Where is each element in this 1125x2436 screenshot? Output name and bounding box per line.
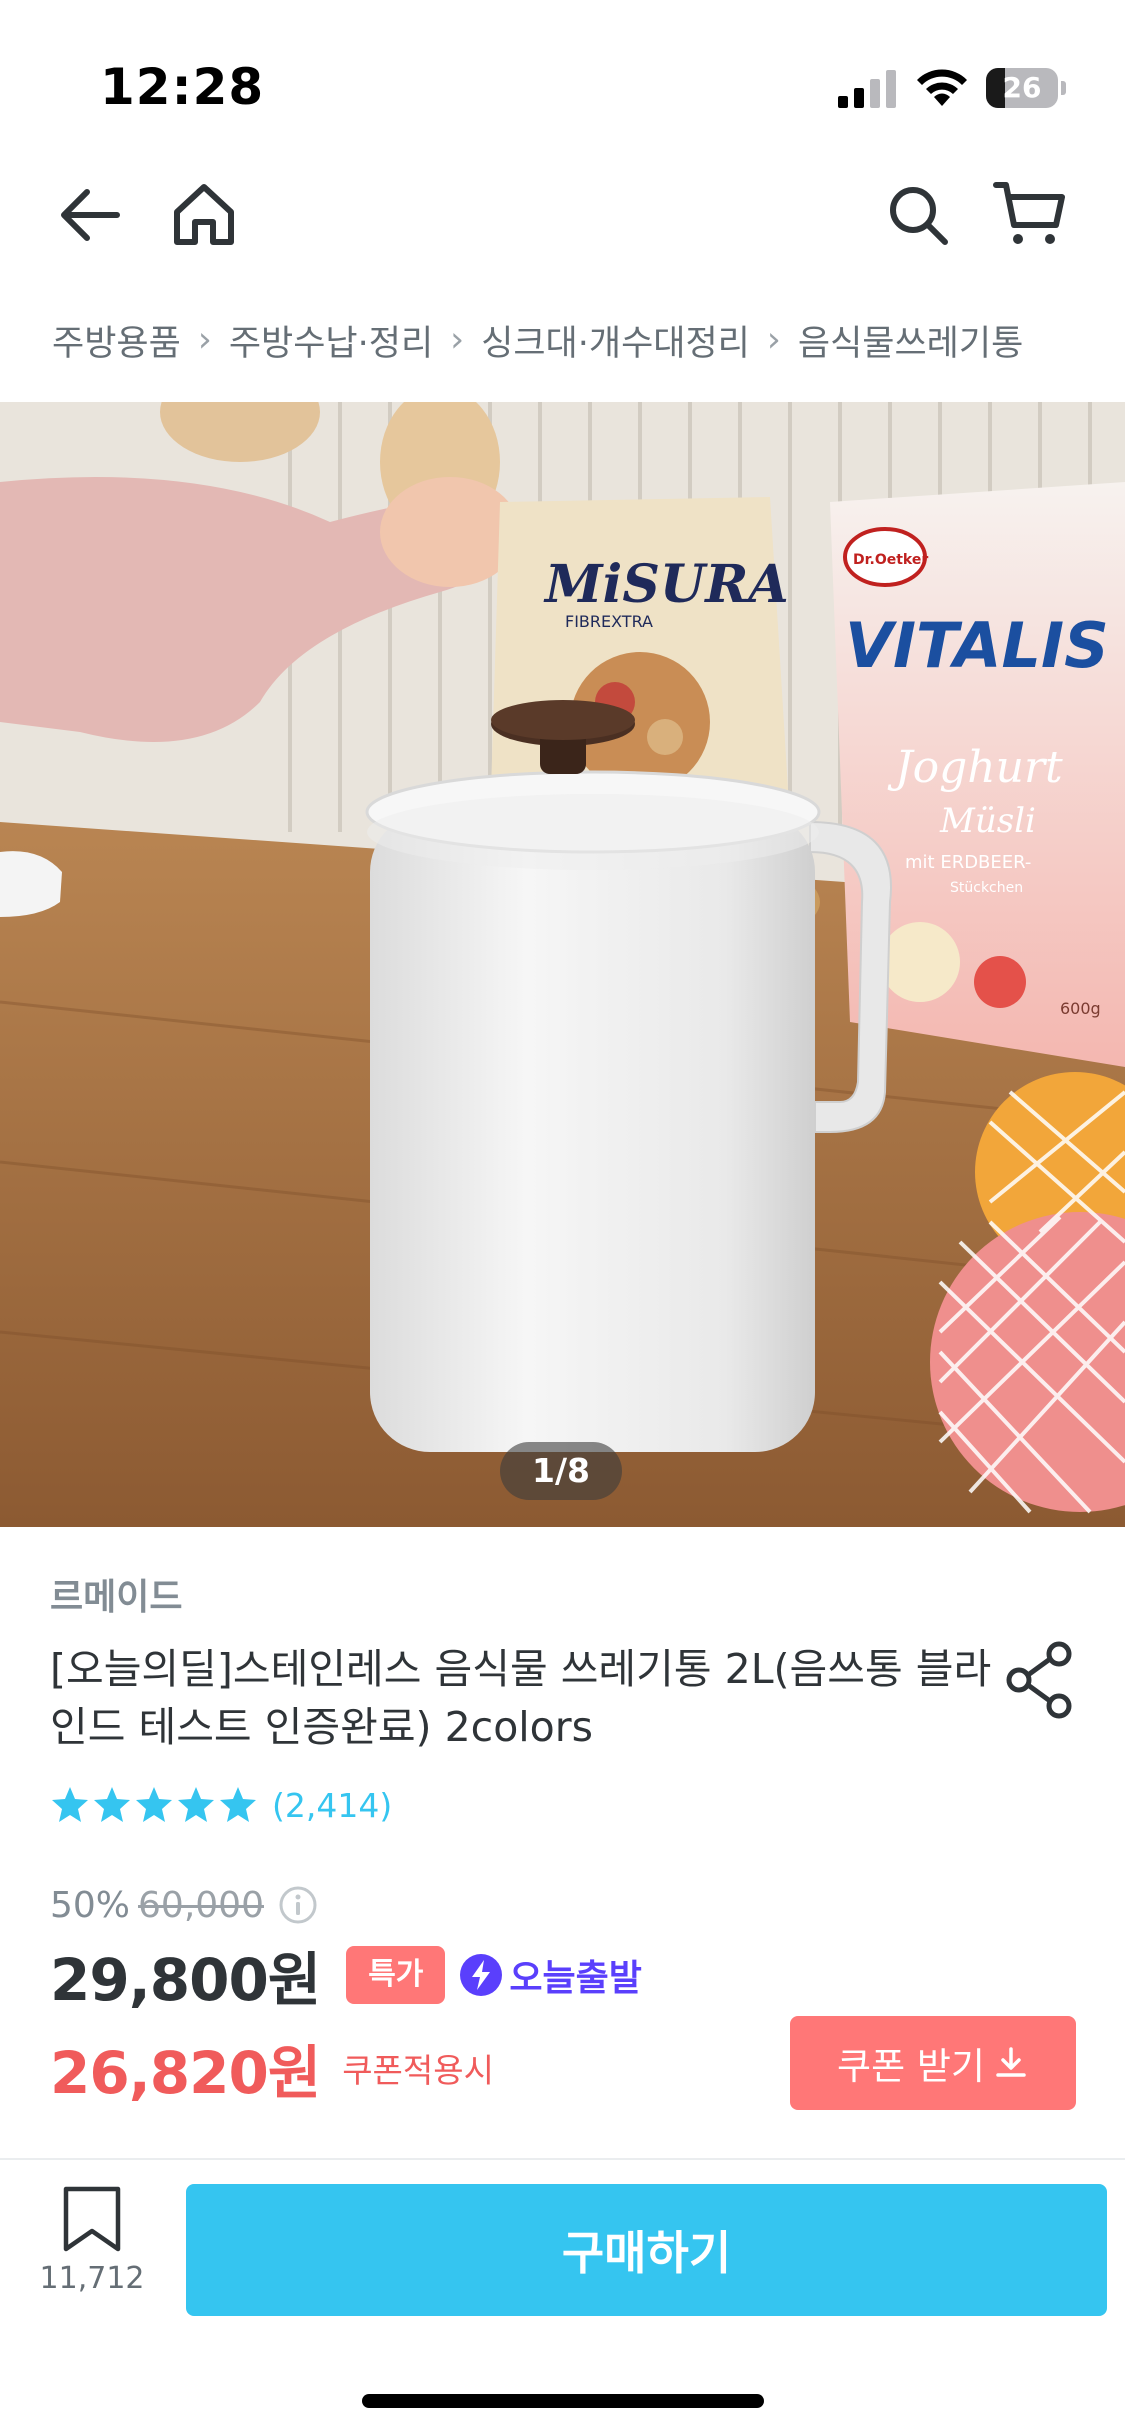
box-weight-label: 600g bbox=[1060, 999, 1101, 1018]
bag-sub-label: FIBREXTRA bbox=[565, 612, 653, 631]
box-line2-label: Müsli bbox=[939, 801, 1036, 841]
star-icon bbox=[52, 1787, 88, 1822]
download-icon bbox=[996, 2047, 1026, 2077]
coupon-note: 쿠폰적용시 bbox=[342, 2051, 494, 2090]
special-deal-badge: 특가 bbox=[346, 1946, 446, 2004]
star-icon bbox=[220, 1787, 256, 1822]
battery-icon: 26 bbox=[986, 68, 1066, 108]
get-coupon-label: 쿠폰 받기 bbox=[837, 2045, 985, 2088]
breadcrumb-item-storage[interactable]: 주방수납·정리 bbox=[229, 315, 433, 366]
share-icon bbox=[1006, 1641, 1072, 1719]
home-button[interactable] bbox=[164, 175, 244, 255]
lightning-icon bbox=[460, 1954, 503, 1996]
review-count[interactable]: (2,414) bbox=[272, 1786, 392, 1825]
box-line4-label: Stückchen bbox=[950, 880, 1023, 896]
top-nav bbox=[0, 165, 1125, 265]
today-shipping-badge: 오늘출발 bbox=[459, 1949, 642, 2001]
box-maker-label: Dr.Oetker bbox=[853, 552, 928, 568]
chevron-right-icon: › bbox=[197, 320, 212, 360]
back-arrow-icon bbox=[61, 189, 120, 241]
bookmark-button[interactable]: 11,712 bbox=[39, 2185, 145, 2315]
rating-stars bbox=[50, 1785, 258, 1825]
coupon-price: 26,820원 bbox=[50, 2039, 321, 2107]
original-price: 60,000 bbox=[138, 1884, 264, 1926]
sale-price: 29,800원 bbox=[50, 1946, 321, 2014]
price-row: 29,800원 특가 오늘출발 bbox=[50, 1940, 642, 2014]
gallery-pager: 1/8 bbox=[500, 1442, 622, 1500]
home-indicator bbox=[362, 2394, 764, 2408]
coupon-row: 26,820원 쿠폰적용시 bbox=[50, 2030, 494, 2107]
breadcrumb-item-kitchen[interactable]: 주방용품 bbox=[52, 315, 181, 366]
bookmark-icon bbox=[63, 2186, 121, 2252]
share-button[interactable] bbox=[1000, 1640, 1080, 1720]
rating[interactable]: (2,414) bbox=[50, 1780, 392, 1830]
discount-rate: 50% bbox=[50, 1884, 131, 1926]
get-coupon-button[interactable]: 쿠폰 받기 bbox=[790, 2016, 1076, 2110]
home-icon bbox=[174, 184, 234, 245]
info-icon[interactable] bbox=[278, 1885, 318, 1925]
search-button[interactable] bbox=[878, 175, 958, 255]
wifi-icon bbox=[917, 69, 967, 106]
breadcrumb: 주방용품 › 주방수납·정리 › 싱크대·개수대정리 › 음식물쓰레기통 bbox=[52, 310, 1023, 370]
bag-brand-label: MiSURA bbox=[543, 554, 789, 615]
box-line1-label: Joghurt bbox=[887, 742, 1063, 793]
bottom-divider bbox=[0, 2158, 1125, 2160]
buy-button[interactable]: 구매하기 bbox=[186, 2184, 1107, 2316]
status-time: 12:28 bbox=[100, 58, 265, 116]
star-icon bbox=[94, 1787, 130, 1822]
discount-row: 50% 60,000 bbox=[50, 1880, 318, 1930]
chevron-right-icon: › bbox=[450, 320, 465, 360]
status-bar: 12:28 26 bbox=[0, 0, 1125, 150]
breadcrumb-item-sink[interactable]: 싱크대·개수대정리 bbox=[481, 315, 750, 366]
product-image-gallery[interactable]: MiSURA FIBREXTRA Dr.Oetker VITALIS Joghu… bbox=[0, 402, 1125, 1527]
box-line3-label: mit ERDBEER- bbox=[905, 852, 1031, 873]
bookmark-count: 11,712 bbox=[39, 2261, 145, 2296]
search-icon bbox=[890, 187, 948, 245]
box-brand-label: VITALIS bbox=[845, 609, 1109, 682]
cart-icon bbox=[993, 182, 1065, 244]
battery-level: 26 bbox=[1002, 71, 1042, 104]
star-icon bbox=[136, 1787, 172, 1822]
signal-icon bbox=[838, 70, 896, 108]
today-shipping-label: 오늘출발 bbox=[509, 1958, 642, 1999]
breadcrumb-item-food-waste-bin[interactable]: 음식물쓰레기통 bbox=[798, 315, 1023, 366]
chevron-right-icon: › bbox=[766, 320, 781, 360]
cart-button[interactable] bbox=[990, 175, 1070, 255]
product-photo: MiSURA FIBREXTRA Dr.Oetker VITALIS Joghu… bbox=[0, 402, 1125, 1527]
back-button[interactable] bbox=[50, 175, 130, 255]
star-icon bbox=[178, 1787, 214, 1822]
product-title: [오늘의딜]스테인레스 음식물 쓰레기통 2L(음쓰통 블라인드 테스트 인증완… bbox=[50, 1645, 992, 1751]
brand-name[interactable]: 르메이드 bbox=[50, 1568, 182, 1620]
